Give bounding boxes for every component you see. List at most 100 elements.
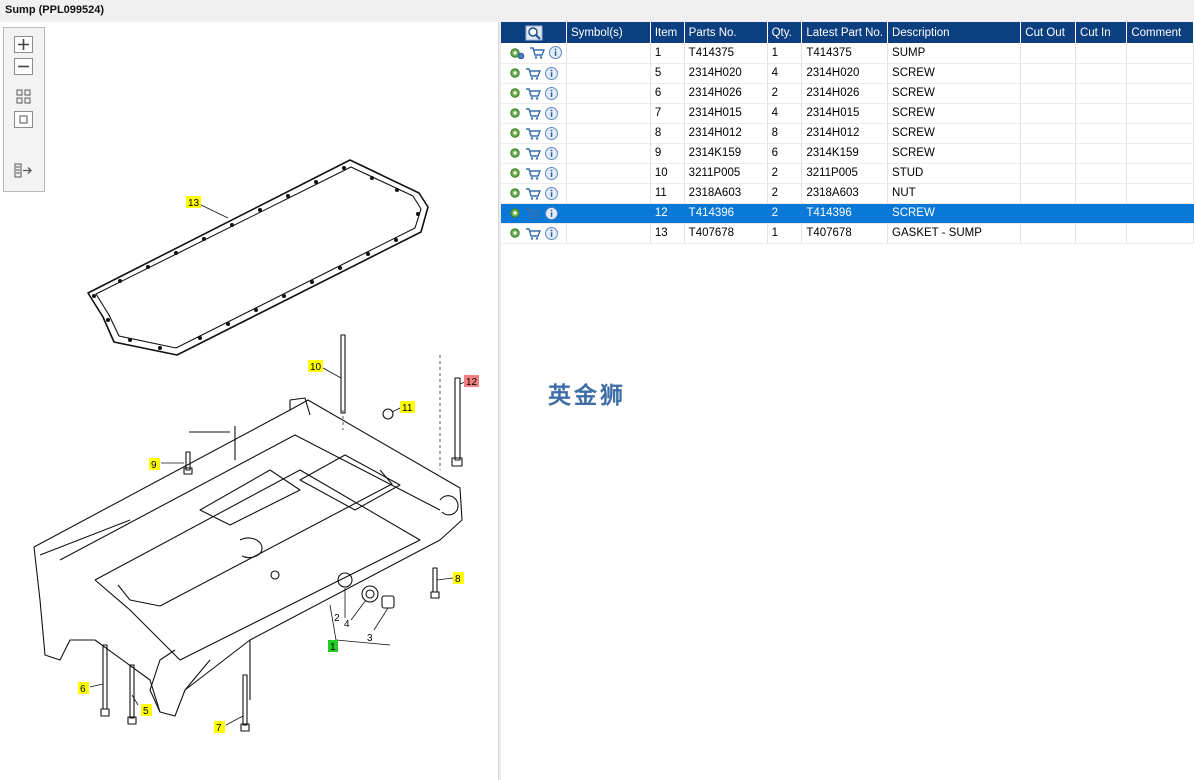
table-row[interactable]: 6 2314H026 2 2314H026 SCREW <box>501 83 1194 104</box>
gear-icon[interactable] <box>509 147 521 159</box>
callout-10[interactable]: 10 <box>310 362 322 373</box>
export-button[interactable] <box>14 162 33 179</box>
cart-icon[interactable] <box>525 127 541 140</box>
info-icon[interactable] <box>545 106 558 120</box>
callout-13[interactable]: 13 <box>188 198 200 209</box>
table-row[interactable]: 13 T407678 1 T407678 GASKET - SUMP <box>501 223 1194 244</box>
latest-part-cell: 2314H015 <box>801 103 889 124</box>
info-icon[interactable] <box>545 86 558 100</box>
table-row[interactable]: 8 2314H012 8 2314H012 SCREW <box>501 123 1194 144</box>
cart-icon[interactable] <box>525 87 541 100</box>
gear-icon[interactable] <box>509 167 521 179</box>
zoom-out-button[interactable] <box>14 58 33 75</box>
cut-in-cell <box>1075 83 1128 104</box>
fit-window-button[interactable] <box>14 111 33 128</box>
cut-out-cell <box>1020 43 1076 64</box>
gear-icon[interactable] <box>509 67 521 79</box>
callout-3[interactable]: 3 <box>367 633 373 644</box>
item-cell: 5 <box>650 63 685 84</box>
gear-icon[interactable] <box>509 187 521 199</box>
cut-in-cell <box>1075 103 1128 124</box>
item-cell: 1 <box>650 43 685 64</box>
callout-2[interactable]: 2 <box>334 613 340 624</box>
comment-cell <box>1126 103 1194 124</box>
table-row[interactable]: 1 T414375 1 T414375 SUMP <box>501 43 1194 64</box>
callout-labels: 13 10 11 12 9 8 6 5 7 1 2 4 3 <box>78 196 479 734</box>
item-cell: 6 <box>650 83 685 104</box>
info-icon[interactable] <box>545 226 558 240</box>
fit-all-button[interactable] <box>14 88 33 105</box>
gear-icon[interactable] <box>509 107 521 119</box>
cart-icon[interactable] <box>525 167 541 180</box>
table-row[interactable]: 9 2314K159 6 2314K159 SCREW <box>501 143 1194 164</box>
cut-in-cell <box>1075 143 1128 164</box>
latest-part-cell: T407678 <box>801 223 889 244</box>
cart-icon[interactable] <box>525 207 541 220</box>
cart-icon[interactable] <box>525 147 541 160</box>
callout-9[interactable]: 9 <box>151 460 157 471</box>
comment-cell <box>1126 63 1194 84</box>
qty-cell: 2 <box>767 203 803 224</box>
table-row[interactable]: 12 T414396 2 T414396 SCREW <box>501 203 1194 224</box>
description-header[interactable]: Description <box>887 22 1022 43</box>
cut-in-cell <box>1075 183 1128 204</box>
description-cell: SCREW <box>887 63 1022 84</box>
comment-cell <box>1126 143 1194 164</box>
part-no-cell: 2314K159 <box>684 143 768 164</box>
part-no-cell: 2314H026 <box>684 83 768 104</box>
zoom-in-button[interactable] <box>14 36 33 53</box>
callout-12[interactable]: 12 <box>466 377 478 388</box>
info-icon[interactable] <box>545 126 558 140</box>
item-header[interactable]: Item <box>650 22 685 43</box>
qty-header[interactable]: Qty. <box>767 22 803 43</box>
gear-icon[interactable] <box>509 87 521 99</box>
row-actions <box>501 163 567 184</box>
cut-out-cell <box>1020 223 1076 244</box>
callout-1[interactable]: 1 <box>330 642 336 653</box>
info-icon[interactable] <box>545 206 558 220</box>
cart-icon[interactable] <box>525 67 541 80</box>
cut-out-header[interactable]: Cut Out <box>1020 22 1076 43</box>
description-cell: STUD <box>887 163 1022 184</box>
latest-part-cell: T414396 <box>801 203 889 224</box>
gear-icon[interactable] <box>509 227 521 239</box>
cart-icon[interactable] <box>525 227 541 240</box>
info-icon[interactable] <box>545 166 558 180</box>
info-icon[interactable] <box>545 186 558 200</box>
cart-icon[interactable] <box>525 187 541 200</box>
gear-icon[interactable] <box>509 127 521 139</box>
row-actions <box>501 63 567 84</box>
cart-icon[interactable] <box>525 107 541 120</box>
symbols-header[interactable]: Symbol(s) <box>566 22 651 43</box>
cart-icon[interactable] <box>529 46 545 59</box>
exploded-diagram: 13 10 11 12 9 8 6 5 7 1 2 4 3 <box>33 159 479 734</box>
find-column-header[interactable] <box>501 22 567 43</box>
assembly-gears-icon[interactable] <box>509 47 525 59</box>
comment-header[interactable]: Comment <box>1126 22 1194 43</box>
qty-cell: 8 <box>767 123 803 144</box>
latest-part-header[interactable]: Latest Part No. <box>801 22 889 43</box>
table-row[interactable]: 11 2318A603 2 2318A603 NUT <box>501 183 1194 204</box>
diagram-pane[interactable]: 13 10 11 12 9 8 6 5 7 1 2 4 3 <box>0 22 498 780</box>
info-icon[interactable] <box>545 66 558 80</box>
description-cell: GASKET - SUMP <box>887 223 1022 244</box>
callout-4[interactable]: 4 <box>344 619 350 630</box>
cut-in-cell <box>1075 43 1128 64</box>
table-row[interactable]: 5 2314H020 4 2314H020 SCREW <box>501 63 1194 84</box>
callout-5[interactable]: 5 <box>143 706 149 717</box>
parts-no-header[interactable]: Parts No. <box>684 22 768 43</box>
qty-cell: 1 <box>767 43 803 64</box>
table-row[interactable]: 7 2314H015 4 2314H015 SCREW <box>501 103 1194 124</box>
cut-in-header[interactable]: Cut In <box>1075 22 1128 43</box>
window-title: Sump (PPL099524) <box>5 4 105 16</box>
callout-7[interactable]: 7 <box>216 723 222 734</box>
callout-6[interactable]: 6 <box>80 684 86 695</box>
view-toolbar <box>3 27 45 192</box>
table-row[interactable]: 10 3211P005 2 3211P005 STUD <box>501 163 1194 184</box>
gear-icon[interactable] <box>509 207 521 219</box>
square-icon <box>19 115 28 124</box>
callout-11[interactable]: 11 <box>402 403 413 414</box>
callout-8[interactable]: 8 <box>455 574 461 585</box>
info-icon[interactable] <box>545 146 558 160</box>
info-icon[interactable] <box>549 46 562 60</box>
